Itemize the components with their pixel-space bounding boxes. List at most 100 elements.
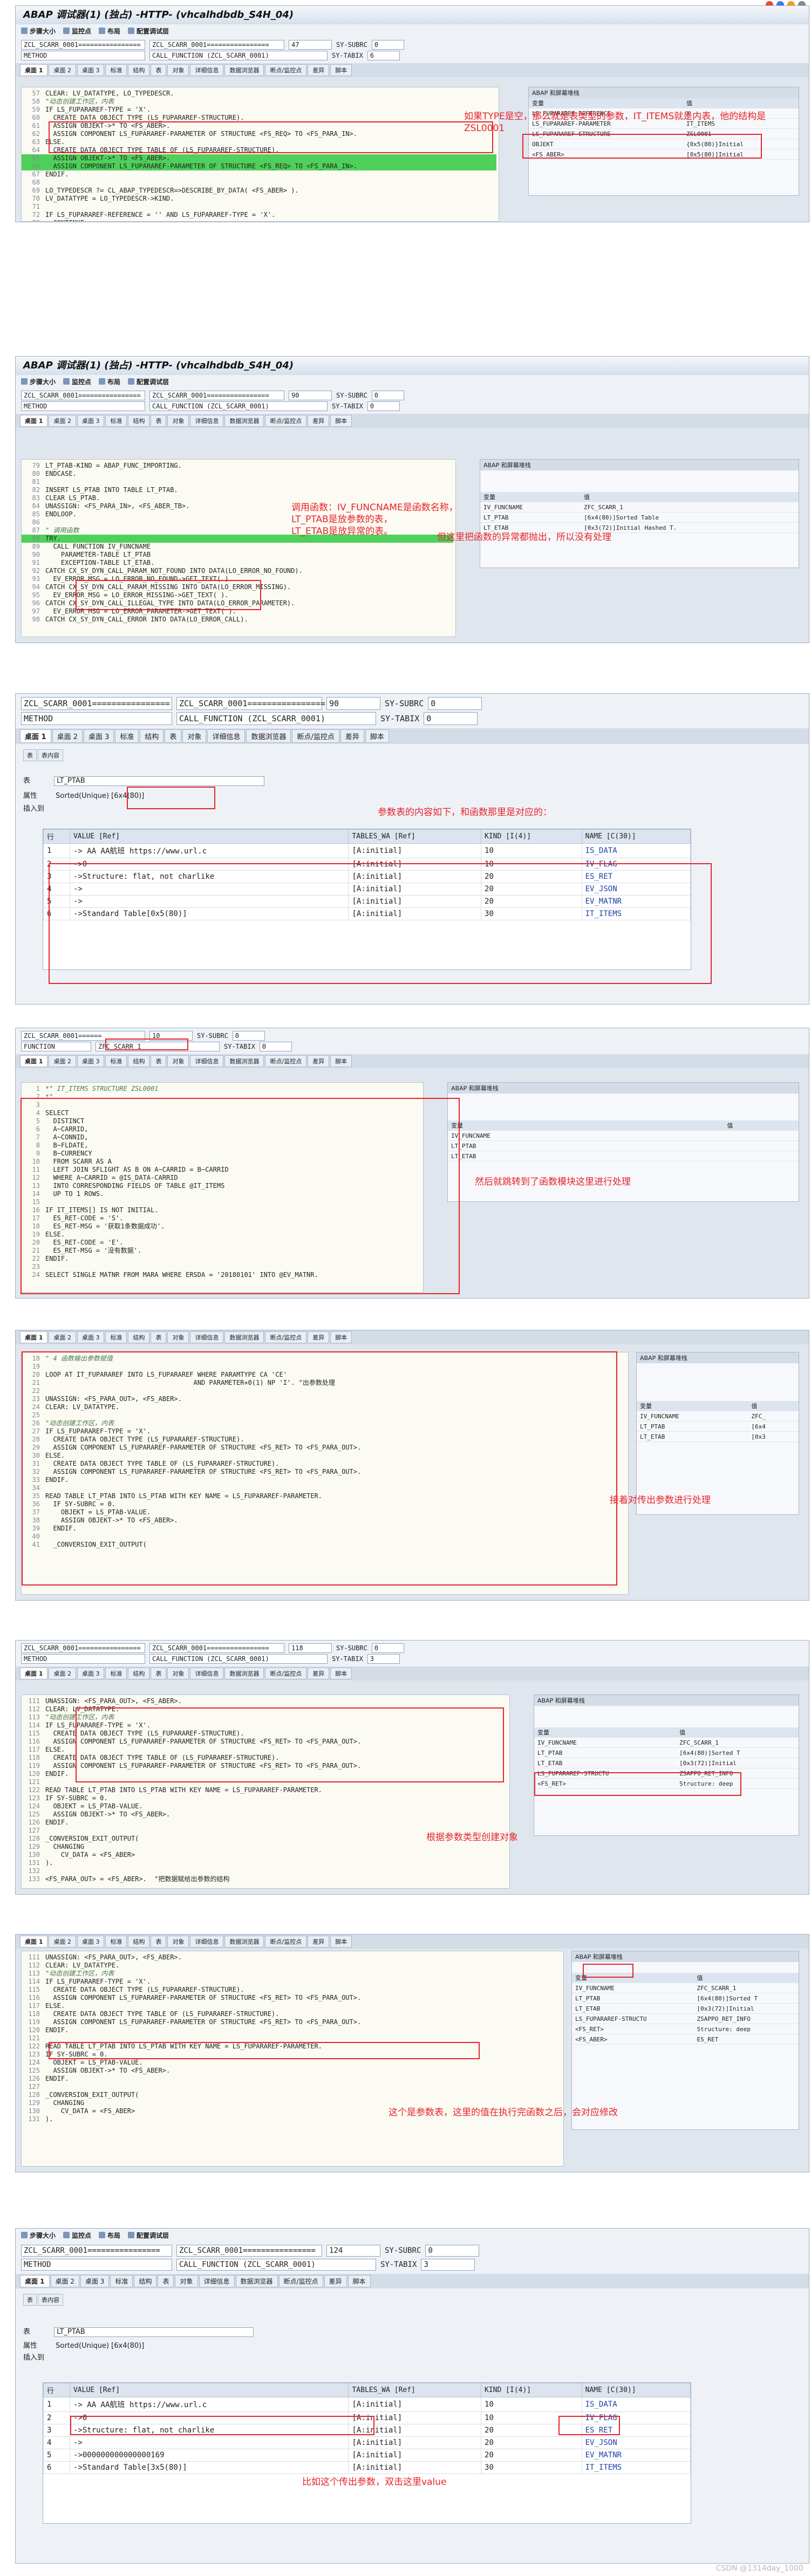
desktop-tab[interactable]: 差异 [308,1331,330,1343]
desktop-tab[interactable]: 差异 [324,2275,347,2287]
desktop-tab[interactable]: 脚本 [330,1055,352,1067]
desktop-tab[interactable]: 断点/监控点 [265,64,307,76]
desktop-tab[interactable]: 桌面 2 [52,729,83,743]
desktop-tab[interactable]: 结构 [134,2275,157,2287]
step-size-button[interactable]: 步骤大小 [21,26,56,36]
table-name-input[interactable]: LT_PTAB [54,2327,254,2337]
desktop-tab[interactable]: 桌面 2 [49,1668,76,1679]
table-name-input[interactable]: LT_PTAB [54,776,265,786]
table-row[interactable]: 1 -> AA AA航班 https://www.url.c [A:initial]… [43,843,691,858]
desktop-tab[interactable]: 桌面 1 [20,1936,48,1948]
desktop-tab[interactable]: 详细信息 [190,1668,224,1679]
desktop-tab[interactable]: 桌面 3 [77,1331,105,1343]
config-button[interactable]: 配置调试层 [128,377,169,386]
variable-row[interactable]: IV_FUNCNAME ZFC_SCARR_1 [572,1983,799,1993]
desktop-tab[interactable]: 数据浏览器 [224,1668,264,1679]
desktop-tab[interactable]: 标准 [105,415,127,427]
desktop-tab[interactable]: 详细信息 [190,64,224,76]
desktop-tab[interactable]: 表 [151,1055,167,1067]
desktop-tab[interactable]: 桌面 3 [80,2275,110,2287]
desktop-tab[interactable]: 桌面 1 [20,1055,48,1067]
desktop-tab[interactable]: 表 [151,64,167,76]
variable-row[interactable]: IV_FUNCNAME [448,1130,799,1141]
variable-row[interactable]: <FS_RET> Structure: deep [572,2024,799,2034]
desktop-tab[interactable]: 表 [158,2275,174,2287]
watchpoint-button[interactable]: 监控点 [63,377,91,386]
desktop-tab[interactable]: 脚本 [330,1331,352,1343]
desktop-tab[interactable]: 桌面 1 [20,2275,50,2287]
desktop-tab[interactable]: 桌面 1 [20,64,48,76]
config-button[interactable]: 配置调试层 [128,2231,169,2240]
desktop-tab[interactable]: 数据浏览器 [224,1936,264,1948]
desktop-tab[interactable]: 结构 [128,415,150,427]
desktop-tab[interactable]: 对象 [167,64,189,76]
desktop-tab[interactable]: 断点/监控点 [265,1331,307,1343]
desktop-tab[interactable]: 断点/监控点 [292,729,339,743]
desktop-tab[interactable]: 数据浏览器 [224,64,264,76]
watchpoint-button[interactable]: 监控点 [63,2231,91,2240]
grid-column-header[interactable]: NAME [C(30)] [581,2383,691,2397]
desktop-tab[interactable]: 脚本 [365,729,389,743]
desktop-tab[interactable]: 桌面 3 [77,1936,105,1948]
variable-row[interactable]: <FS_ABER> ES_RET [572,2034,799,2045]
desktop-tab[interactable]: 桌面 2 [50,2275,79,2287]
desktop-tab[interactable]: 表 [151,1936,167,1948]
desktop-tab[interactable]: 详细信息 [190,1055,224,1067]
table-content-grid[interactable]: 行 VALUE [Ref] TABLES_WA [Ref] KIND [I(4)] NA… [43,2382,691,2524]
variable-row[interactable]: IV_FUNCNAME ZFC_ [637,1411,799,1422]
desktop-tab[interactable]: 桌面 1 [20,415,48,427]
subtab-table[interactable]: 表 [23,749,37,761]
subtab-table[interactable]: 表 [23,2294,37,2306]
desktop-tab[interactable]: 断点/监控点 [265,1055,307,1067]
desktop-tab[interactable]: 桌面 2 [49,415,76,427]
layout-button[interactable]: 布局 [99,377,120,386]
variable-row[interactable]: LS_FUPARAREF-STRUCTU ZSAPPO_RET_INFO [572,2013,799,2024]
desktop-tab[interactable]: 数据浏览器 [235,2275,278,2287]
grid-column-header[interactable]: 行 [43,829,70,844]
variable-row[interactable]: IV_FUNCNAME ZFC_SCARR_1 [534,1737,799,1748]
watchpoint-button[interactable]: 监控点 [63,26,91,36]
grid-column-header[interactable]: TABLES_WA [Ref] [348,829,482,844]
table-row[interactable]: 1 -> AA AA航班 https://www.url.c [A:initial]… [43,2397,691,2412]
variable-row[interactable]: LT_ETAB [0x3(72)]Initial [534,1758,799,1768]
desktop-tab[interactable]: 标准 [115,729,139,743]
desktop-tab[interactable]: 标准 [105,1055,127,1067]
code-editor[interactable]: 57 CLEAR: LV_DATATYPE, LO_TYPEDESCR. 58 "动态… [21,87,499,222]
desktop-tab[interactable]: 桌面 2 [49,64,76,76]
variable-row[interactable]: LT_ETAB [448,1151,799,1161]
desktop-tab[interactable]: 断点/监控点 [278,2275,323,2287]
desktop-tab[interactable]: 结构 [140,729,164,743]
step-size-button[interactable]: 步骤大小 [21,377,56,386]
desktop-tab[interactable]: 脚本 [330,64,352,76]
layout-button[interactable]: 布局 [99,26,120,36]
grid-column-header[interactable]: 行 [43,2383,70,2397]
table-row[interactable]: 6 ->Standard Table[3x5(80)] [A:initial] 30 I… [43,2461,691,2474]
variable-row[interactable]: LT_ETAB [0x3 [637,1431,799,1442]
grid-column-header[interactable]: VALUE [Ref] [69,829,349,844]
desktop-tab[interactable]: 标准 [105,1668,127,1679]
desktop-tab[interactable]: 脚本 [330,1936,352,1948]
desktop-tab[interactable]: 结构 [128,1331,150,1343]
desktop-tab[interactable]: 详细信息 [207,729,246,743]
desktop-tab[interactable]: 标准 [110,2275,133,2287]
subtab-table-content[interactable]: 表内容 [38,2294,63,2306]
desktop-tab[interactable]: 桌面 3 [77,1668,105,1679]
grid-column-header[interactable]: NAME [C(30)] [581,829,691,844]
desktop-tab[interactable]: 表 [151,415,167,427]
desktop-tab[interactable]: 对象 [167,1668,189,1679]
grid-column-header[interactable]: TABLES_WA [Ref] [348,2383,482,2397]
table-row[interactable]: 5 ->000000000000000169 [A:initial] 20 EV_MAT… [43,2449,691,2462]
desktop-tab[interactable]: 桌面 2 [49,1055,76,1067]
desktop-tab[interactable]: 断点/监控点 [265,415,307,427]
desktop-tab[interactable]: 标准 [105,64,127,76]
desktop-tab[interactable]: 结构 [128,1668,150,1679]
desktop-tab[interactable]: 表 [151,1331,167,1343]
layout-button[interactable]: 布局 [99,2231,120,2240]
desktop-tab[interactable]: 桌面 3 [83,729,114,743]
step-size-button[interactable]: 步骤大小 [21,2231,56,2240]
desktop-tab[interactable]: 差异 [308,1936,330,1948]
desktop-tab[interactable]: 桌面 3 [77,64,105,76]
desktop-tab[interactable]: 数据浏览器 [224,415,264,427]
desktop-tab[interactable]: 桌面 1 [20,729,51,743]
desktop-tab[interactable]: 脚本 [347,2275,371,2287]
